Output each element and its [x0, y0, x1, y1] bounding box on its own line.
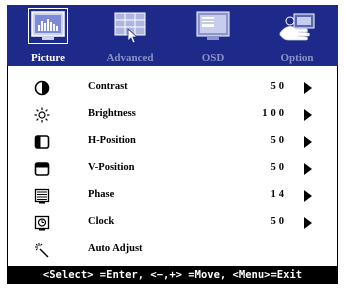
h-position-icon	[34, 135, 50, 149]
menu-item-contrast[interactable]: Contrast 50	[8, 76, 339, 100]
menu-item-label: Contrast	[88, 81, 128, 92]
advanced-icon	[114, 12, 146, 44]
menu-item-label: Clock	[88, 216, 115, 227]
tab-label: Advanced	[106, 52, 154, 64]
right-arrow-icon[interactable]	[304, 217, 312, 229]
menu-item-value: 50	[270, 81, 287, 92]
right-arrow-icon[interactable]	[304, 109, 312, 121]
menu-item-label: Phase	[88, 189, 115, 200]
menu-list: Contrast 50 Brightness 100 H-Position 50…	[7, 66, 338, 266]
status-bar: <Select> =Enter, <−,+> =Move, <Menu>=Exi…	[7, 266, 338, 284]
picture-icon	[28, 8, 68, 44]
menu-item-auto-adjust[interactable]: Auto Adjust	[8, 238, 339, 262]
menu-item-label: Brightness	[88, 108, 136, 119]
tab-bar: Picture Advanced OSD Option	[7, 5, 338, 66]
menu-item-label: V-Position	[88, 162, 135, 173]
option-hand-icon	[279, 13, 315, 41]
menu-item-value: 50	[270, 135, 287, 146]
tab-option[interactable]: Option	[256, 5, 338, 66]
tab-label: Picture	[30, 52, 65, 64]
tab-osd[interactable]: OSD	[172, 5, 254, 66]
menu-item-clock[interactable]: Clock 50	[8, 211, 339, 235]
menu-item-value: 50	[270, 162, 287, 173]
right-arrow-icon[interactable]	[304, 163, 312, 175]
menu-item-v-position[interactable]: V-Position 50	[8, 157, 339, 181]
auto-adjust-wand-icon	[35, 243, 49, 258]
menu-item-value: 14	[270, 189, 287, 200]
menu-item-value: 100	[262, 108, 287, 119]
right-arrow-icon[interactable]	[304, 82, 312, 94]
osd-icon	[196, 11, 230, 40]
clock-icon	[34, 215, 50, 231]
tab-label: OSD	[201, 52, 225, 64]
menu-item-h-position[interactable]: H-Position 50	[8, 130, 339, 154]
tab-label: Option	[280, 52, 314, 64]
v-position-icon	[34, 162, 50, 176]
right-arrow-icon[interactable]	[304, 136, 312, 148]
contrast-icon	[34, 80, 50, 96]
tab-advanced[interactable]: Advanced	[89, 5, 171, 66]
phase-icon	[34, 188, 50, 204]
brightness-sun-icon	[34, 107, 50, 123]
tab-picture[interactable]: Picture	[7, 5, 89, 66]
menu-item-brightness[interactable]: Brightness 100	[8, 103, 339, 127]
right-arrow-icon[interactable]	[304, 190, 312, 202]
menu-item-label: Auto Adjust	[88, 243, 143, 254]
osd-menu: Picture Advanced OSD Option Contrast 50 …	[0, 0, 345, 288]
menu-item-phase[interactable]: Phase 14	[8, 184, 339, 208]
menu-item-label: H-Position	[88, 135, 136, 146]
menu-item-value: 50	[270, 216, 287, 227]
